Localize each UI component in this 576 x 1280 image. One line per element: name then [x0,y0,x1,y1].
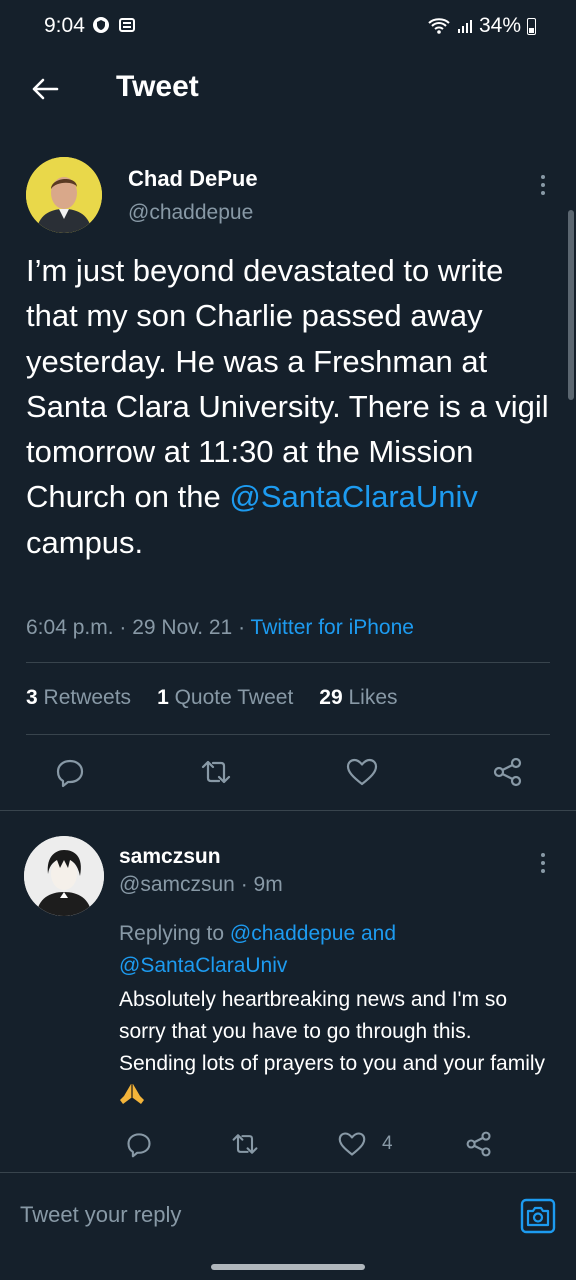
reply-share-button[interactable] [459,1124,499,1164]
more-vertical-icon [541,853,545,873]
reply-text-content: Absolutely heartbreaking news and I'm so… [119,988,546,1075]
reply-author-avatar[interactable] [24,836,104,916]
retweets-count: 3 [26,686,38,709]
status-time: 9:04 [44,14,85,37]
mention-link[interactable]: @SantaClaraUniv [229,479,478,514]
status-right: 34% [427,14,536,38]
heart-icon [346,758,378,786]
reply-more-options-button[interactable] [530,850,556,876]
author-name[interactable]: Chad DePue [128,166,258,192]
camera-icon [520,1198,556,1234]
replying-to-and[interactable]: and [355,922,396,945]
scrollbar[interactable] [568,210,574,400]
reply-input[interactable]: Tweet your reply [20,1202,181,1228]
more-vertical-icon [541,175,545,195]
tweet-stats: 3 Retweets 1 Quote Tweet 29 Likes [26,686,398,710]
reply-actions: 4 [119,1124,499,1164]
tweet-text-part: I’m just beyond devastated to write that… [26,253,549,515]
reply-age: · 9m [234,873,283,896]
back-button[interactable] [26,70,64,108]
author-avatar[interactable] [26,157,102,233]
reply-text: Absolutely heartbreaking news and I'm so… [119,984,549,1112]
meta-separator: · [113,616,133,639]
divider [26,734,550,735]
reply-author-name[interactable]: samczsun [119,845,221,869]
likes-stat[interactable]: 29 Likes [319,686,397,710]
reply-button[interactable] [50,752,90,792]
section-divider [0,810,576,811]
avatar-image [24,836,104,916]
camera-button[interactable] [520,1198,556,1234]
arrow-left-icon [32,78,59,100]
replying-to-label: Replying to [119,922,230,945]
tweet-text-part: campus. [26,524,144,560]
quotes-count: 1 [157,686,169,709]
wifi-icon [428,18,450,34]
retweets-stat[interactable]: 3 Retweets [26,686,131,710]
replying-to-link[interactable]: @SantaClaraUniv [119,954,287,977]
meta-separator: · [232,616,251,639]
status-icons-left [92,16,136,34]
likes-count: 29 [319,686,343,709]
reply-icon [56,759,84,788]
tweet-time: 6:04 p.m. [26,616,114,639]
composer-divider [0,1172,576,1173]
divider [26,662,550,663]
tweet-text: I’m just beyond devastated to write that… [26,248,556,565]
reply-retweet-button[interactable] [225,1124,265,1164]
quotes-label: Quote Tweet [168,686,294,709]
replying-to: Replying to @chaddepue and @SantaClaraUni… [119,918,549,982]
reply-like-count: 4 [381,1133,393,1154]
signal-icon [457,20,472,33]
battery-icon [527,17,536,35]
retweets-label: Retweets [37,686,132,709]
replying-to-link[interactable]: @chaddepue [230,922,355,945]
retweet-icon [233,1134,258,1154]
retweet-icon [201,760,231,784]
reply-author-handle[interactable]: @samczsun [119,873,235,896]
folded-hands-icon [120,1084,144,1104]
vpn-icon [93,17,109,33]
share-icon [466,1131,491,1157]
reply-author-meta: @samczsun · 9m [119,873,283,897]
tweet-date: 29 Nov. 21 [132,616,233,639]
reply-reply-button[interactable] [119,1124,159,1164]
retweet-button[interactable] [196,752,236,792]
tweet-meta: 6:04 p.m. · 29 Nov. 21 · Twitter for iPh… [26,616,414,640]
share-button[interactable] [488,752,528,792]
likes-label: Likes [342,686,398,709]
gesture-bar[interactable] [211,1264,365,1270]
avatar-image [26,157,102,233]
quotes-stat[interactable]: 1 Quote Tweet [157,686,293,710]
author-handle[interactable]: @chaddepue [128,201,253,225]
reply-like-group: 4 [332,1124,393,1164]
battery-percent: 34% [478,14,521,37]
tweet-actions [50,752,528,792]
more-options-button[interactable] [530,172,556,198]
news-icon [119,18,135,32]
reply-like-button[interactable] [332,1124,372,1164]
tweet-source-link[interactable]: Twitter for iPhone [251,616,414,639]
heart-icon [338,1132,366,1156]
like-button[interactable] [342,752,382,792]
page-title: Tweet [116,70,199,103]
reply-icon [127,1133,151,1158]
share-icon [493,757,522,787]
